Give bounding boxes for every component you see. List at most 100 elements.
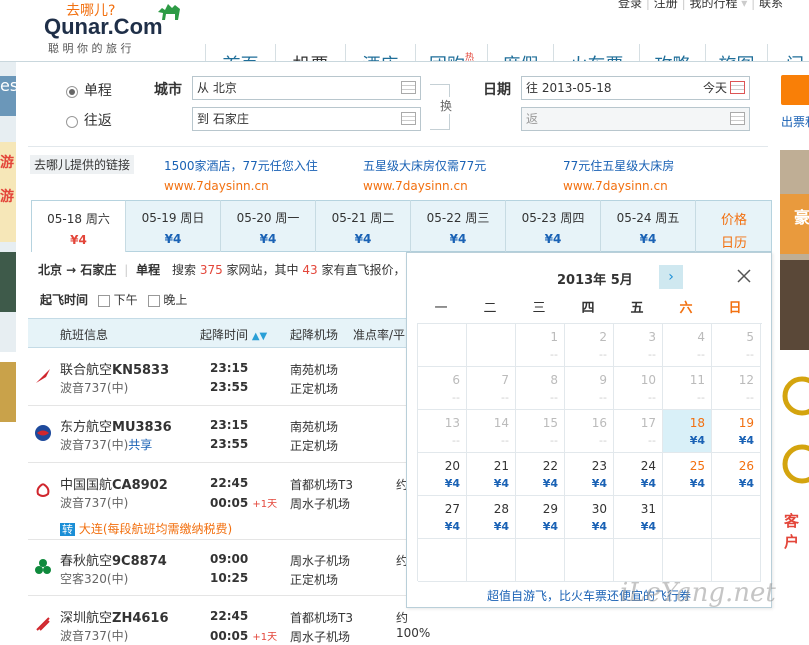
calendar-day-cell[interactable]: 29 ¥4 bbox=[516, 496, 565, 539]
left-ad-text: es bbox=[0, 76, 18, 116]
return-date-placeholder: 返 bbox=[526, 112, 539, 126]
left-ad-image-2 bbox=[0, 362, 16, 422]
logo[interactable]: 去哪儿? Qunar.Com 聪 明 你 的 旅 行 bbox=[44, 0, 194, 58]
trip-return-option[interactable]: 往返 bbox=[66, 110, 112, 130]
airline-name: 深圳航空 bbox=[60, 611, 113, 626]
left-ad-banner[interactable]: 游 游 bbox=[0, 142, 16, 242]
calendar-day-price: -- bbox=[746, 391, 754, 404]
calendar-day-cell[interactable]: 28 ¥4 bbox=[467, 496, 516, 539]
calendar-day-price: -- bbox=[550, 391, 558, 404]
calendar-day-number: 11 bbox=[689, 373, 705, 387]
calendar-day-cell[interactable]: 27 ¥4 bbox=[418, 496, 467, 539]
trip-oneway-option[interactable]: 单程 bbox=[66, 80, 112, 100]
calendar-day-price: -- bbox=[452, 391, 460, 404]
award-icon-2 bbox=[780, 440, 809, 490]
ad-link-2[interactable]: 五星级大床房仅需77元 www.7daysinn.cn bbox=[363, 157, 486, 193]
calendar-day-cell[interactable]: 30 ¥4 bbox=[565, 496, 614, 539]
register-link[interactable]: 注册 bbox=[654, 0, 678, 10]
calendar-day-cell[interactable]: 19 ¥4 bbox=[712, 410, 761, 453]
calendar-day-cell: 17 -- bbox=[614, 410, 663, 453]
night-checkbox[interactable] bbox=[147, 294, 160, 307]
arrival-airport: 周水子机场 bbox=[290, 497, 351, 511]
date-tab-2[interactable]: 05-19 周日 ¥4 bbox=[126, 200, 221, 252]
ticket-info-link[interactable]: 出票和 bbox=[781, 113, 809, 130]
price-calendar-label-2: 日历 bbox=[720, 236, 747, 251]
calendar-day-cell[interactable]: 26 ¥4 bbox=[712, 453, 761, 496]
calendar-day-number: 1 bbox=[550, 330, 558, 344]
calendar-day-cell: 15 -- bbox=[516, 410, 565, 453]
date-tab-5[interactable]: 05-22 周三 ¥4 bbox=[411, 200, 506, 252]
transfer-info: 转 大连(每段航班均需缴纳税费) bbox=[60, 520, 232, 537]
flight-row[interactable]: 联合航空KN5833 波音737(中) 23:15 23:55 南苑机场 正定机… bbox=[28, 349, 408, 406]
calendar-day-price: ¥4 bbox=[493, 520, 509, 533]
departure-airport: 周水子机场 bbox=[290, 554, 351, 568]
weekday-thu: 四 bbox=[581, 301, 595, 316]
calendar-day-cell[interactable]: 31 ¥4 bbox=[614, 496, 663, 539]
right-ad-image bbox=[780, 260, 809, 350]
depart-date-input[interactable]: 往 2013-05-18 今天 bbox=[521, 76, 750, 100]
date-tab-date: 05-21 周二 bbox=[331, 211, 395, 225]
calendar-icon-2[interactable] bbox=[730, 112, 745, 125]
codeshare-link[interactable]: 共享 bbox=[128, 438, 152, 452]
header-airports: 起降机场 bbox=[290, 328, 339, 342]
header-time-sort[interactable]: 起降时间 ▲▼ bbox=[200, 326, 267, 343]
calendar-grid: 1 -- 2 -- 3 -- 4 -- 5 -- 6 -- 7 -- 8 -- 9 -- 10 -- 11 -- 12 -- 1… bbox=[417, 323, 762, 582]
calendar-day-number: 9 bbox=[599, 373, 607, 387]
logo-slogan: 聪 明 你 的 旅 行 bbox=[48, 42, 132, 55]
search-button[interactable] bbox=[781, 75, 809, 105]
calendar-day-cell[interactable]: 23 ¥4 bbox=[565, 453, 614, 496]
pm-checkbox[interactable] bbox=[97, 294, 110, 307]
weekday-sat: 六 bbox=[679, 301, 693, 316]
calendar-day-cell[interactable]: 18 ¥4 bbox=[663, 410, 712, 453]
calendar-day-cell: 4 -- bbox=[663, 324, 712, 367]
contact-link[interactable]: 联系 bbox=[759, 0, 783, 10]
transfer-note: (每段航班均需缴纳税费) bbox=[102, 522, 233, 536]
calendar-day-cell: 2 -- bbox=[565, 324, 614, 367]
date-tab-6[interactable]: 05-23 周四 ¥4 bbox=[506, 200, 601, 252]
calendar-icon[interactable] bbox=[730, 81, 745, 94]
oneway-radio[interactable] bbox=[66, 85, 78, 98]
calendar-day-price: ¥4 bbox=[493, 477, 509, 490]
calendar-day-cell bbox=[467, 539, 516, 582]
departure-time: 23:15 bbox=[210, 418, 249, 432]
date-tab-1[interactable]: 05-18 周六 ¥4 bbox=[31, 200, 126, 252]
results-summary: 北京 → 石家庄 | 单程 搜索 375 家网站，其中 43 家有直飞报价， bbox=[38, 263, 406, 277]
to-city-input[interactable]: 到 石家庄 bbox=[192, 107, 421, 131]
flight-code: 9C8874 bbox=[112, 554, 167, 569]
right-side-ad[interactable]: 豪 bbox=[780, 150, 809, 350]
city-list-icon[interactable] bbox=[401, 81, 416, 94]
flight-row[interactable]: 中国国航CA8902 波音737(中) 22:45 00:05 +1天 首都机场… bbox=[28, 464, 408, 540]
summary-text-2: 家网站，其中 bbox=[226, 263, 299, 277]
city-list-icon-2[interactable] bbox=[401, 112, 416, 125]
header-punctuality: 准点率/平 bbox=[353, 328, 406, 342]
date-tab-4[interactable]: 05-21 周二 ¥4 bbox=[316, 200, 411, 252]
calendar-day-cell[interactable]: 20 ¥4 bbox=[418, 453, 467, 496]
login-link[interactable]: 登录 bbox=[618, 0, 642, 10]
airline-logo-icon bbox=[34, 424, 52, 442]
ad-link-1[interactable]: 1500家酒店，77元任您入住 www.7daysinn.cn bbox=[164, 157, 318, 193]
flight-row[interactable]: 深圳航空ZH4616 波音737(中) 22:45 00:05 +1天 首都机场… bbox=[28, 597, 430, 644]
swap-button[interactable]: 换 bbox=[430, 84, 453, 130]
departure-time: 22:45 bbox=[210, 476, 249, 490]
top-links: 登录 | 注册 | 我的行程 ▾ | 联系 bbox=[618, 0, 783, 11]
price-calendar-tab[interactable]: 价格 日历 bbox=[696, 200, 772, 252]
from-city-input[interactable]: 从 北京 bbox=[192, 76, 421, 100]
calendar-day-number: 12 bbox=[738, 373, 754, 387]
flight-row[interactable]: 东方航空MU3836 波音737(中)共享 23:15 23:55 南苑机场 正… bbox=[28, 406, 408, 463]
my-trips-link[interactable]: 我的行程 bbox=[689, 0, 737, 10]
return-date-input[interactable]: 返 bbox=[521, 107, 750, 131]
city-label: 城市 bbox=[154, 82, 182, 98]
ad-link-3[interactable]: 77元住五星级大床房 www.7daysinn.cn bbox=[563, 157, 674, 193]
calendar-day-cell[interactable]: 24 ¥4 bbox=[614, 453, 663, 496]
date-tab-3[interactable]: 05-20 周一 ¥4 bbox=[221, 200, 316, 252]
calendar-day-number: 15 bbox=[542, 416, 558, 430]
return-radio[interactable] bbox=[66, 115, 78, 128]
calendar-day-cell[interactable]: 22 ¥4 bbox=[516, 453, 565, 496]
calendar-day-cell[interactable]: 21 ¥4 bbox=[467, 453, 516, 496]
date-tab-7[interactable]: 05-24 周五 ¥4 bbox=[601, 200, 696, 252]
arrival-time: 00:05 bbox=[210, 629, 249, 643]
flight-row[interactable]: 春秋航空9C8874 空客320(中) 09:00 10:25 周水子机场 正定… bbox=[28, 540, 408, 596]
calendar-day-cell[interactable]: 25 ¥4 bbox=[663, 453, 712, 496]
calendar-day-number: 30 bbox=[591, 502, 607, 516]
calendar-day-number: 20 bbox=[444, 459, 460, 473]
